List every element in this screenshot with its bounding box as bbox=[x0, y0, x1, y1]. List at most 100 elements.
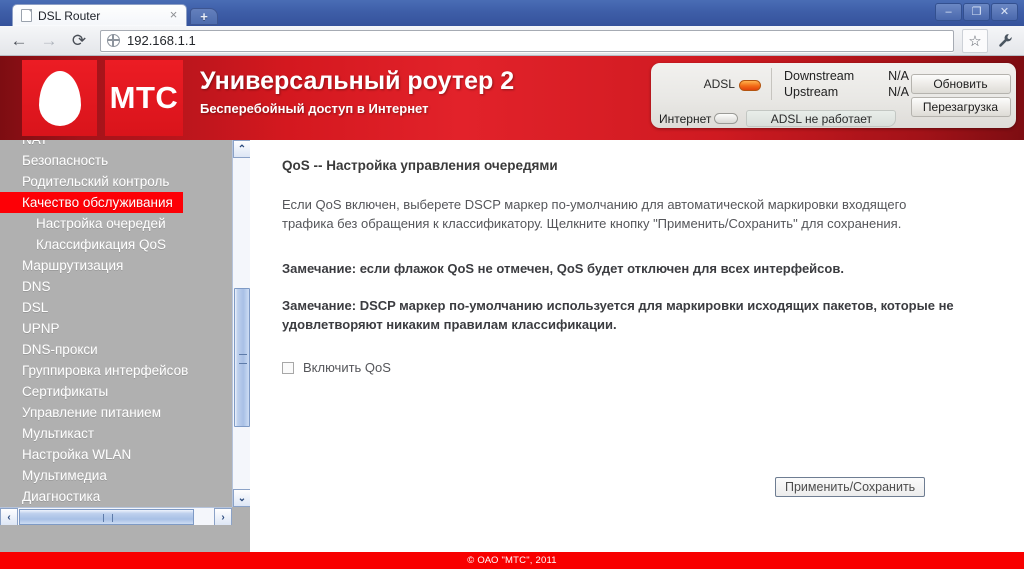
browser-window: DSL Router × + – ❐ ✕ ← → ⟳ 192.168.1.1 ☆… bbox=[0, 0, 1024, 569]
chevron-right-icon: › bbox=[221, 511, 225, 523]
restore-icon: ❐ bbox=[971, 5, 982, 18]
star-icon: ☆ bbox=[968, 32, 982, 50]
sidebar-item-11[interactable]: Группировка интерфейсов bbox=[0, 360, 232, 381]
scroll-up-button[interactable]: ⌃ bbox=[233, 140, 251, 158]
reload-icon: ⟳ bbox=[71, 30, 87, 50]
close-window-button[interactable]: ✕ bbox=[991, 3, 1018, 21]
mts-logo-word: МТС bbox=[105, 60, 183, 136]
sidebar-item-0[interactable]: NAT bbox=[0, 140, 232, 150]
plus-icon: + bbox=[200, 8, 208, 24]
bookmark-button[interactable]: ☆ bbox=[962, 28, 988, 53]
chevron-left-icon: ‹ bbox=[7, 511, 11, 523]
sidebar-vertical-scrollbar[interactable]: ⌃ ⌄ bbox=[232, 140, 251, 507]
stream-labels: Downstream Upstream bbox=[784, 68, 854, 100]
sidebar-item-13[interactable]: Управление питанием bbox=[0, 402, 232, 423]
upstream-value: N/A bbox=[888, 85, 909, 99]
sidebar-menu-scroll: NATБезопасностьРодительский контрольКаче… bbox=[0, 140, 232, 507]
internet-led-icon bbox=[714, 113, 739, 124]
sidebar: NATБезопасностьРодительский контрольКаче… bbox=[0, 140, 251, 569]
stream-values: N/A N/A bbox=[888, 68, 909, 100]
page-subtitle: Бесперебойный доступ в Интернет bbox=[200, 100, 429, 116]
reboot-button[interactable]: Перезагрузка bbox=[910, 97, 1011, 117]
close-icon[interactable]: × bbox=[167, 8, 180, 22]
minimize-button[interactable]: – bbox=[935, 3, 962, 21]
restore-button[interactable]: ❐ bbox=[963, 3, 990, 21]
status-indicators: ADSL Downstream Upstream N/A N/A Интерне… bbox=[651, 63, 909, 128]
sidebar-menu: NATБезопасностьРодительский контрольКаче… bbox=[0, 140, 232, 507]
globe-icon bbox=[107, 34, 120, 47]
sidebar-item-7[interactable]: DNS bbox=[0, 276, 232, 297]
header-titles: Универсальный роутер 2 Бесперебойный дос… bbox=[200, 67, 515, 116]
wrench-icon bbox=[998, 34, 1012, 47]
enable-qos-checkbox[interactable] bbox=[282, 361, 294, 374]
back-button[interactable]: ← bbox=[6, 29, 32, 53]
settings-button[interactable] bbox=[992, 29, 1018, 53]
sidebar-item-1[interactable]: Безопасность bbox=[0, 150, 232, 171]
sidebar-item-15[interactable]: Настройка WLAN bbox=[0, 444, 232, 465]
body-area: NATБезопасностьРодительский контрольКаче… bbox=[0, 140, 1024, 569]
horizontal-scroll-thumb[interactable] bbox=[19, 509, 194, 525]
refresh-button[interactable]: Обновить bbox=[910, 74, 1011, 94]
apply-save-button[interactable]: Применить/Сохранить bbox=[775, 477, 926, 497]
page-viewport: МТС Универсальный роутер 2 Бесперебойный… bbox=[0, 56, 1024, 569]
sidebar-item-3[interactable]: Качество обслуживания bbox=[0, 192, 183, 213]
enable-qos-label: Включить QoS bbox=[303, 360, 391, 375]
url-text: 192.168.1.1 bbox=[127, 33, 196, 48]
sidebar-horizontal-scrollbar[interactable]: ‹ › bbox=[0, 507, 232, 526]
upstream-label: Upstream bbox=[783, 85, 839, 99]
new-tab-button[interactable]: + bbox=[190, 8, 218, 25]
browser-toolbar: ← → ⟳ 192.168.1.1 ☆ bbox=[0, 26, 1024, 56]
internet-label: Интернет bbox=[659, 111, 712, 126]
status-row-adsl: ADSL Downstream Upstream N/A N/A bbox=[651, 63, 909, 100]
page-footer: © ОАО "МТС", 2011 bbox=[0, 552, 1024, 569]
back-arrow-icon: ← bbox=[10, 30, 28, 50]
copyright-text: © ОАО "МТС", 2011 bbox=[467, 555, 557, 566]
scroll-right-button[interactable]: › bbox=[214, 508, 232, 526]
forward-button[interactable]: → bbox=[36, 29, 62, 53]
close-window-icon: ✕ bbox=[999, 5, 1010, 18]
chevron-down-icon: ⌄ bbox=[237, 492, 247, 504]
router-header: МТС Универсальный роутер 2 Бесперебойный… bbox=[0, 56, 1024, 140]
address-bar[interactable]: 192.168.1.1 bbox=[100, 29, 954, 52]
sidebar-item-16[interactable]: Мультимедиа bbox=[0, 465, 232, 486]
page-title: Универсальный роутер 2 bbox=[200, 67, 515, 95]
minimize-icon: – bbox=[945, 5, 952, 18]
mts-logo bbox=[22, 60, 97, 136]
content-note-2: Замечание: DSCP маркер по-умолчанию испо… bbox=[282, 298, 954, 332]
vertical-scroll-thumb[interactable] bbox=[234, 288, 250, 427]
sidebar-item-5[interactable]: Классификация QoS bbox=[0, 234, 232, 255]
enable-qos-row[interactable]: Включить QoS bbox=[282, 360, 994, 375]
sidebar-item-2[interactable]: Родительский контроль bbox=[0, 171, 232, 192]
content-title: QoS -- Настройка управления очередями bbox=[282, 158, 558, 173]
sidebar-item-9[interactable]: UPNP bbox=[0, 318, 232, 339]
stream-stats: Downstream Upstream N/A N/A bbox=[770, 68, 909, 100]
forward-arrow-icon: → bbox=[40, 30, 58, 50]
status-row-internet: Интернет ADSL не работает bbox=[651, 110, 909, 127]
egg-icon bbox=[38, 70, 81, 126]
status-panel: ADSL Downstream Upstream N/A N/A Интерне… bbox=[651, 63, 1016, 128]
downstream-label: Downstream bbox=[783, 69, 855, 83]
sidebar-item-12[interactable]: Сертификаты bbox=[0, 381, 232, 402]
main-content: QoS -- Настройка управления очередями Ес… bbox=[250, 140, 1024, 569]
downstream-value: N/A bbox=[888, 69, 909, 83]
window-controls: – ❐ ✕ bbox=[935, 3, 1018, 21]
sidebar-item-6[interactable]: Маршрутизация bbox=[0, 255, 232, 276]
content-note-1: Замечание: если флажок QoS не отмечен, Q… bbox=[282, 261, 844, 276]
page-icon bbox=[21, 9, 32, 22]
reload-button[interactable]: ⟳ bbox=[66, 29, 92, 53]
sidebar-item-17[interactable]: Диагностика bbox=[0, 486, 232, 507]
adsl-label: ADSL bbox=[703, 77, 735, 91]
scroll-down-button[interactable]: ⌄ bbox=[233, 489, 251, 507]
browser-titlebar: DSL Router × + – ❐ ✕ bbox=[0, 0, 1024, 26]
adsl-led-icon bbox=[738, 80, 761, 91]
sidebar-item-10[interactable]: DNS-прокси bbox=[0, 339, 232, 360]
status-message: ADSL не работает bbox=[746, 110, 897, 127]
sidebar-item-8[interactable]: DSL bbox=[0, 297, 232, 318]
status-actions: Обновить Перезагрузка bbox=[909, 63, 1016, 128]
browser-tab[interactable]: DSL Router × bbox=[12, 4, 187, 26]
tab-title: DSL Router bbox=[38, 8, 101, 23]
sidebar-item-14[interactable]: Мультикаст bbox=[0, 423, 232, 444]
content-description: Если QoS включен, выберете DSCP маркер п… bbox=[282, 197, 907, 231]
sidebar-item-4[interactable]: Настройка очередей bbox=[0, 213, 232, 234]
scroll-left-button[interactable]: ‹ bbox=[0, 508, 18, 526]
